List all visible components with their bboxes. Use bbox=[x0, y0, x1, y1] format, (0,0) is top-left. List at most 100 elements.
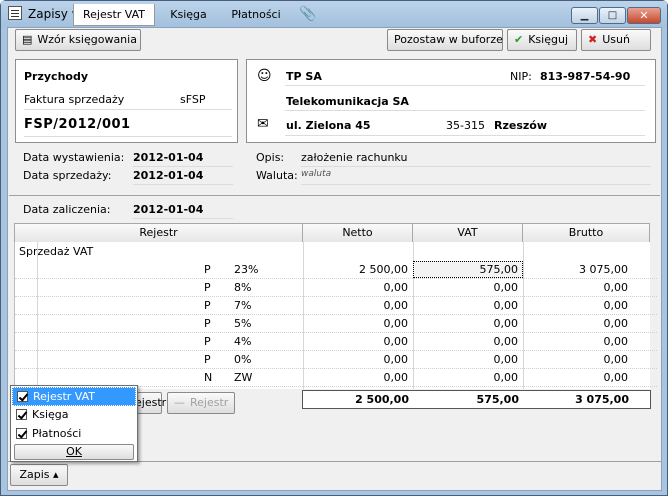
table-row[interactable]: P 8% 0,00 0,00 0,00 bbox=[15, 279, 657, 297]
close-button[interactable]: ✕ bbox=[627, 7, 661, 24]
total-netto: 2 500,00 bbox=[355, 393, 409, 406]
document-panel: Przychody Faktura sprzedaży sFSP FSP/201… bbox=[15, 59, 238, 143]
pozostaw-w-buforze-button[interactable]: Pozostaw w buforze bbox=[387, 29, 503, 51]
tab-platnosci[interactable]: Płatności bbox=[223, 4, 289, 26]
table-row[interactable]: P 0% 0,00 0,00 0,00 bbox=[15, 351, 657, 369]
document-type-label: Faktura sprzedaży bbox=[24, 93, 125, 106]
attachment-icon[interactable]: 📎 bbox=[296, 4, 320, 26]
booking-date-label: Data zaliczenia: bbox=[23, 203, 111, 216]
header-brutto[interactable]: Brutto bbox=[522, 223, 650, 243]
delete-icon: ✖ bbox=[588, 33, 598, 46]
row-rate[interactable]: 7% bbox=[234, 299, 251, 312]
row-netto[interactable]: 0,00 bbox=[305, 281, 409, 294]
row-vat[interactable]: 0,00 bbox=[415, 335, 519, 348]
row-flag[interactable]: P bbox=[204, 299, 211, 312]
app-icon bbox=[8, 6, 22, 20]
row-vat[interactable]: 0,00 bbox=[415, 281, 519, 294]
table-row[interactable]: P 4% 0,00 0,00 0,00 bbox=[15, 333, 657, 351]
issue-date[interactable]: 2012-01-04 bbox=[133, 151, 203, 164]
sale-date-label: Data sprzedaży: bbox=[23, 169, 112, 182]
row-flag[interactable]: P bbox=[204, 353, 211, 366]
main-window: Zapisy w buforze ▁ □ ✕ ▤Wzór księgowania… bbox=[0, 0, 668, 496]
totals-row: 2 500,00 575,00 3 075,00 bbox=[302, 390, 651, 409]
sale-date[interactable]: 2012-01-04 bbox=[133, 169, 203, 182]
contractor-full-name: Telekomunikacja SA bbox=[286, 95, 409, 108]
popup-item-rejestr-vat[interactable]: Rejestr VAT bbox=[12, 387, 136, 406]
row-netto[interactable]: 0,00 bbox=[305, 299, 409, 312]
row-vat[interactable]: 0,00 bbox=[415, 371, 519, 384]
tabs-popup-menu: Rejestr VAT Księga Płatności OK bbox=[10, 385, 138, 462]
table-row[interactable]: P 23% 2 500,00 575,00 3 075,00 bbox=[15, 261, 657, 279]
row-netto[interactable]: 0,00 bbox=[305, 371, 409, 384]
nip-label: NIP: bbox=[510, 70, 532, 83]
person-icon: ☺ bbox=[257, 68, 272, 84]
row-rate[interactable]: 0% bbox=[234, 353, 251, 366]
contractor-name: TP SA bbox=[286, 70, 322, 83]
document-category: Przychody bbox=[24, 70, 89, 83]
document-icon: ▤ bbox=[22, 33, 33, 46]
row-netto[interactable]: 0,00 bbox=[305, 335, 409, 348]
popup-item-ksiega[interactable]: Księga bbox=[12, 406, 136, 425]
vat-register-grid: Sprzedaż VAT P 23% 2 500,00 575,00 3 075,00 P… bbox=[14, 242, 657, 389]
row-rate[interactable]: 4% bbox=[234, 335, 251, 348]
header-vat[interactable]: VAT bbox=[412, 223, 523, 243]
caret-up-icon: ▴ bbox=[53, 468, 59, 481]
row-flag[interactable]: P bbox=[204, 263, 211, 276]
row-netto[interactable]: 0,00 bbox=[305, 353, 409, 366]
minimize-button[interactable]: ▁ bbox=[571, 7, 598, 24]
row-flag[interactable]: N bbox=[204, 371, 212, 384]
row-rate[interactable]: 5% bbox=[234, 317, 251, 330]
row-vat[interactable]: 0,00 bbox=[415, 353, 519, 366]
group-label: Sprzedaż VAT bbox=[19, 245, 94, 258]
row-rate[interactable]: 23% bbox=[234, 263, 258, 276]
issue-date-label: Data wystawienia: bbox=[23, 151, 125, 164]
popup-ok-button[interactable]: OK bbox=[14, 444, 134, 460]
row-brutto[interactable]: 0,00 bbox=[525, 371, 629, 384]
row-rate[interactable]: ZW bbox=[234, 371, 252, 384]
row-flag[interactable]: P bbox=[204, 281, 211, 294]
row-brutto[interactable]: 0,00 bbox=[525, 335, 629, 348]
remove-register-button[interactable]: — Rejestr bbox=[167, 392, 235, 414]
table-row[interactable]: P 5% 0,00 0,00 0,00 bbox=[15, 315, 657, 333]
close-icon: ✕ bbox=[639, 9, 649, 22]
row-vat[interactable]: 0,00 bbox=[415, 317, 519, 330]
tab-rejestr-vat[interactable]: Rejestr VAT bbox=[73, 4, 155, 26]
document-number: FSP/2012/001 bbox=[24, 117, 131, 132]
row-flag[interactable]: P bbox=[204, 317, 211, 330]
desc-value: założenie rachunku bbox=[301, 151, 408, 164]
contractor-city: Rzeszów bbox=[494, 119, 548, 132]
address-icon: ✉ bbox=[257, 116, 269, 132]
row-vat[interactable]: 575,00 bbox=[415, 263, 519, 276]
header-rejestr[interactable]: Rejestr bbox=[14, 223, 303, 243]
table-row[interactable]: P 7% 0,00 0,00 0,00 bbox=[15, 297, 657, 315]
contractor-panel: ☺ TP SA NIP: 813-987-54-90 Telekomunikac… bbox=[246, 59, 656, 143]
row-brutto[interactable]: 0,00 bbox=[525, 353, 629, 366]
document-type-code: sFSP bbox=[180, 93, 206, 106]
booking-date[interactable]: 2012-01-04 bbox=[133, 203, 203, 216]
currency-value: waluta bbox=[301, 169, 332, 179]
usun-button[interactable]: ✖ Usuń bbox=[581, 29, 651, 51]
checkmark-icon: ✔ bbox=[514, 33, 524, 46]
tab-ksiega[interactable]: Księga bbox=[161, 4, 216, 26]
row-netto[interactable]: 2 500,00 bbox=[305, 263, 408, 276]
header-netto[interactable]: Netto bbox=[302, 223, 413, 243]
row-brutto[interactable]: 0,00 bbox=[525, 281, 629, 294]
desc-label: Opis: bbox=[256, 151, 285, 164]
zapis-button[interactable]: Zapis ▴ bbox=[10, 464, 68, 486]
row-vat[interactable]: 0,00 bbox=[415, 299, 519, 312]
row-rate[interactable]: 8% bbox=[234, 281, 251, 294]
row-netto[interactable]: 0,00 bbox=[305, 317, 409, 330]
popup-item-platnosci[interactable]: Płatności bbox=[12, 425, 136, 444]
contractor-street: ul. Zielona 45 bbox=[286, 119, 371, 132]
maximize-button[interactable]: □ bbox=[599, 7, 626, 24]
maximize-icon: □ bbox=[607, 10, 618, 21]
row-flag[interactable]: P bbox=[204, 335, 211, 348]
row-brutto[interactable]: 0,00 bbox=[525, 317, 629, 330]
separator bbox=[9, 195, 660, 196]
total-vat: 575,00 bbox=[476, 393, 519, 406]
row-brutto[interactable]: 0,00 bbox=[525, 299, 629, 312]
ksieguj-button[interactable]: ✔ Księguj bbox=[507, 29, 577, 51]
wzor-ksiegowania-button[interactable]: ▤ Wzór księgowania bbox=[15, 29, 141, 51]
row-brutto[interactable]: 3 075,00 bbox=[525, 263, 628, 276]
nip-value: 813-987-54-90 bbox=[540, 70, 631, 83]
